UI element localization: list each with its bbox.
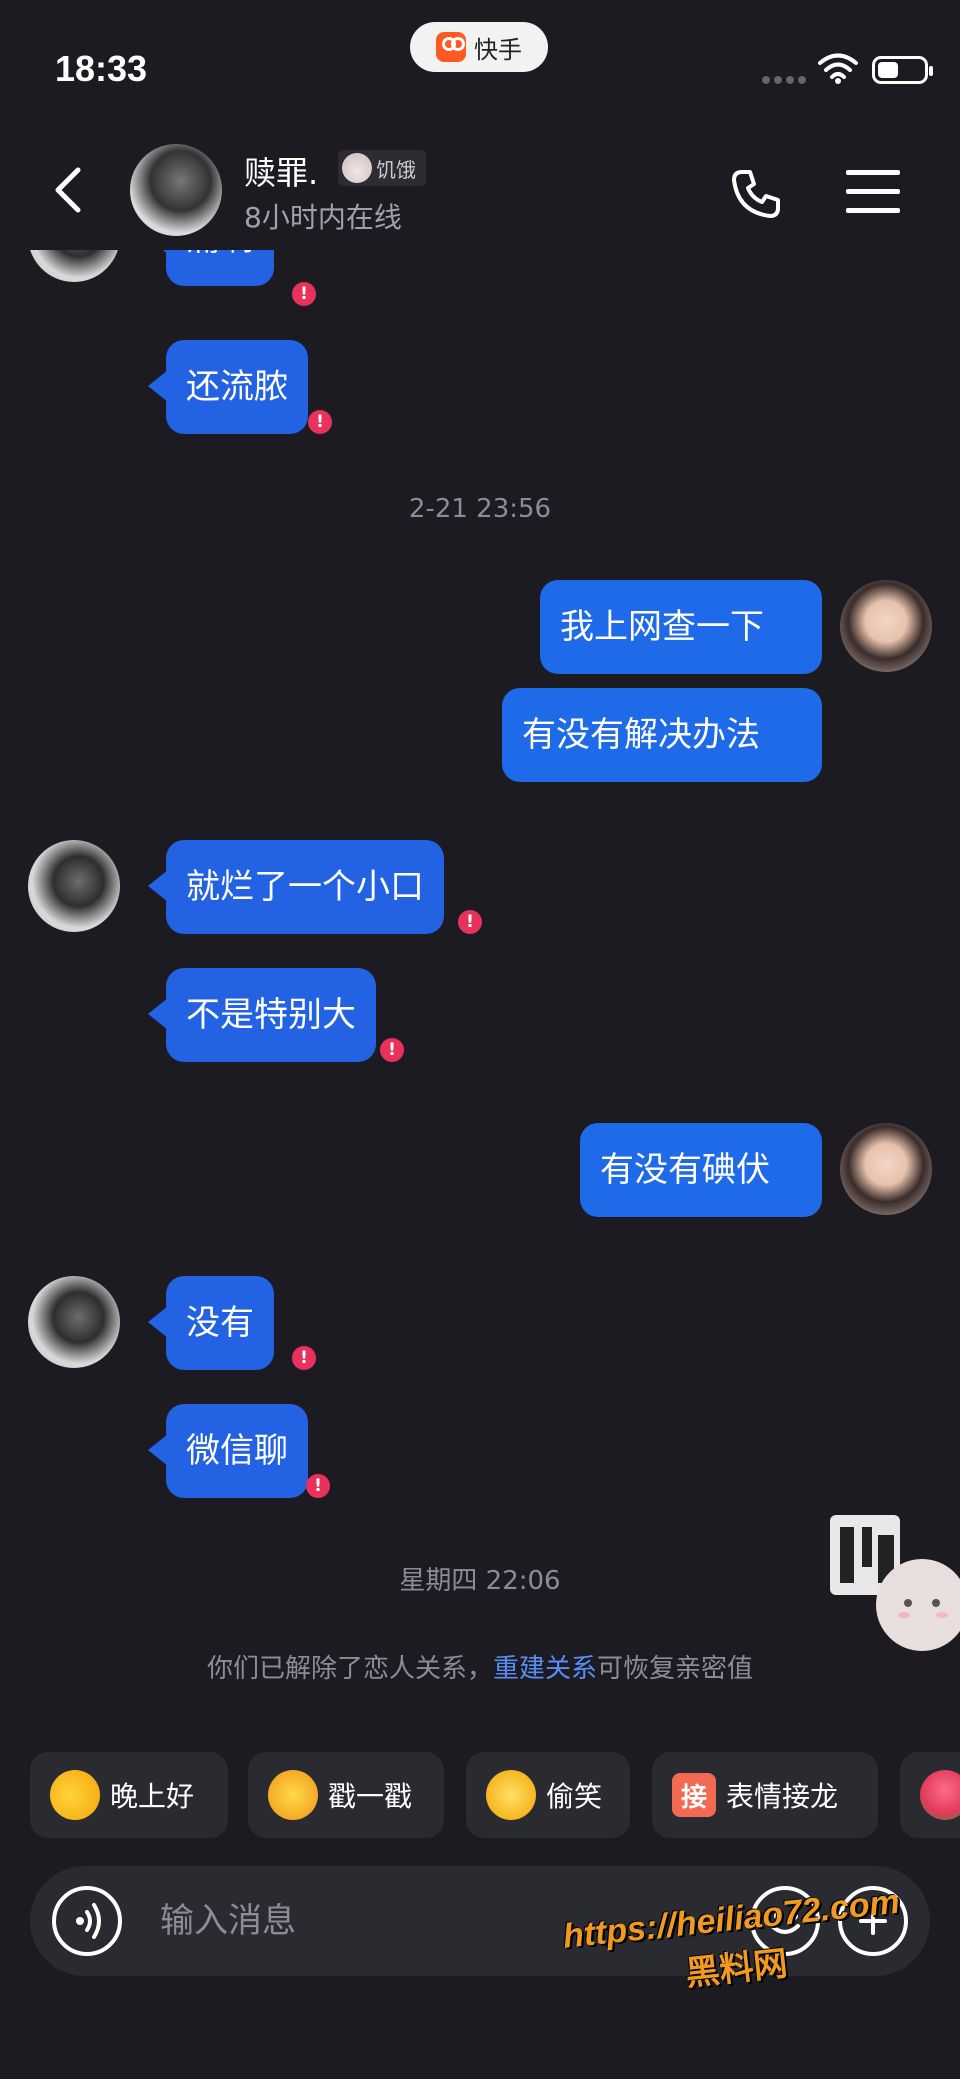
send-failed-icon[interactable]: ! <box>458 910 482 934</box>
message-bubble-incoming[interactable]: 还流脓 <box>148 340 308 434</box>
kuaishou-logo-icon <box>436 32 466 62</box>
mood-emoji-icon <box>342 153 372 183</box>
my-avatar[interactable] <box>840 1123 932 1215</box>
rebuild-relationship-link[interactable]: 重建关系 <box>493 1654 597 1684</box>
quick-reply-label: 偷笑 <box>546 1780 603 1813</box>
contact-avatar[interactable] <box>28 250 120 282</box>
quick-reply-chip[interactable]: 戳一戳 <box>248 1752 444 1838</box>
flower-emoji-icon <box>920 1770 960 1820</box>
send-failed-icon[interactable]: ! <box>308 410 332 434</box>
quick-reply-label: 戳一戳 <box>328 1780 413 1813</box>
send-failed-icon[interactable]: ! <box>306 1474 330 1498</box>
app-indicator-pill[interactable]: 快手 <box>410 22 548 72</box>
quick-reply-chip[interactable] <box>900 1752 960 1838</box>
contact-avatar[interactable] <box>130 144 222 236</box>
back-button[interactable] <box>48 160 88 220</box>
mood-text: 饥饿 <box>376 157 416 182</box>
send-failed-icon[interactable]: ! <box>380 1038 404 1062</box>
wifi-icon <box>818 53 858 84</box>
send-failed-icon[interactable]: ! <box>292 282 316 306</box>
chat-header: 赎罪. 饥饿 8小时内在线 <box>0 130 960 250</box>
quick-reply-chip[interactable]: 偷笑 <box>466 1752 630 1838</box>
message-bubble-outgoing[interactable]: 有没有碘伏 <box>580 1123 822 1217</box>
jie-badge-icon: 接 <box>672 1773 716 1817</box>
status-time: 18:33 <box>55 48 148 89</box>
system-note-prefix: 你们已解除了恋人关系， <box>206 1654 493 1684</box>
poke-emoji-icon <box>268 1770 318 1820</box>
mood-status-tag: 饥饿 <box>338 150 426 186</box>
quick-reply-chip[interactable]: 晚上好 <box>30 1752 228 1838</box>
app-name: 快手 <box>474 35 522 64</box>
chat-timestamp: 星期四 22:06 <box>399 1566 561 1596</box>
chat-timestamp: 2-21 23:56 <box>408 494 552 524</box>
voice-input-button[interactable] <box>52 1886 122 1956</box>
system-note-suffix: 可恢复亲密值 <box>597 1654 754 1684</box>
relationship-system-note: 你们已解除了恋人关系，重建关系可恢复亲密值 <box>0 1648 960 1685</box>
quick-reply-chip[interactable]: 接 表情接龙 <box>652 1752 878 1838</box>
snicker-emoji-icon <box>486 1770 536 1820</box>
online-status: 8小时内在线 <box>244 201 402 234</box>
message-list[interactable]: 痛啊 ! 还流脓 ! 2-21 23:56 我上网查一下 有没有解决办法 就烂了… <box>0 250 960 1740</box>
contact-avatar[interactable] <box>28 840 120 932</box>
message-bubble-incoming[interactable]: 不是特别大 <box>148 968 376 1062</box>
contact-avatar[interactable] <box>28 1276 120 1368</box>
phone-call-button[interactable] <box>728 166 784 222</box>
my-avatar[interactable] <box>840 580 932 672</box>
status-bar: 18:33 快手 <box>0 0 960 130</box>
quick-reply-bar[interactable]: 晚上好 戳一戳 偷笑 接 表情接龙 <box>0 1752 960 1838</box>
message-bubble-incoming[interactable]: 微信聊 <box>148 1404 308 1498</box>
message-bubble-incoming[interactable]: 没有 <box>148 1276 274 1370</box>
message-bubble-incoming[interactable]: 痛啊 <box>148 250 274 286</box>
signal-icon <box>762 76 806 84</box>
send-failed-icon[interactable]: ! <box>292 1346 316 1370</box>
quick-reply-label: 表情接龙 <box>726 1780 839 1813</box>
moon-emoji-icon <box>50 1770 100 1820</box>
quick-reply-label: 晚上好 <box>110 1780 195 1813</box>
menu-button[interactable] <box>846 170 900 214</box>
message-bubble-outgoing[interactable]: 有没有解决办法 <box>502 688 822 782</box>
battery-icon <box>872 56 933 84</box>
floating-mascot-sticker[interactable] <box>826 1505 960 1655</box>
message-bubble-incoming[interactable]: 就烂了一个小口 <box>148 840 444 934</box>
contact-name[interactable]: 赎罪. <box>244 148 318 194</box>
message-bubble-outgoing[interactable]: 我上网查一下 <box>540 580 822 674</box>
